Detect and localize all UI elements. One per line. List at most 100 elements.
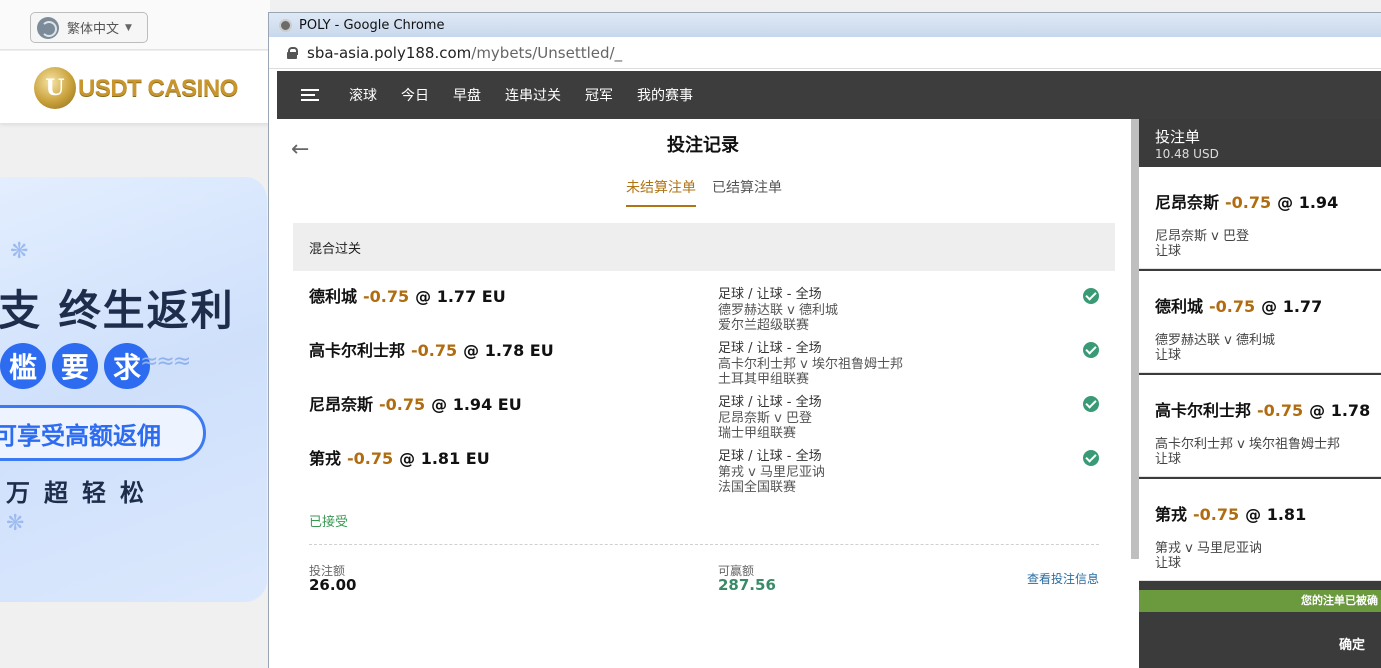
banner-pills: 槛 要 求: [0, 343, 150, 389]
view-bet-info-link[interactable]: 查看投注信息: [1027, 570, 1099, 587]
leg-handicap: -0.75: [411, 341, 458, 360]
lock-icon[interactable]: [287, 46, 298, 59]
banner-oval: 可享受高额返佣: [0, 405, 206, 461]
banner-headline: 支 终生返利: [0, 286, 235, 335]
browser-favicon-icon: [279, 18, 292, 32]
bet-history-panel: ← 投注记录 未结算注单 已结算注单 混合过关 德利城 -0.75 @ 1.77 E…: [277, 119, 1129, 668]
leg-match: 高卡尔利士邦 v 埃尔祖鲁姆士邦: [718, 356, 903, 372]
bet-confirmed-notice: 您的注单已被确: [1139, 590, 1381, 612]
slip-pick: 德利城 -0.75 @ 1.77: [1155, 293, 1322, 317]
potential-win-value: 287.56: [718, 576, 776, 594]
nav-item-my-events[interactable]: 我的赛事: [637, 85, 693, 105]
nav-item-live[interactable]: 滚球: [349, 85, 377, 105]
slip-handicap: -0.75: [1209, 297, 1256, 316]
check-circle-icon: [1083, 342, 1099, 358]
leg-team: 高卡尔利士邦: [309, 341, 406, 360]
banner-pill: 要: [52, 343, 98, 389]
leg-pick: 德利城 -0.75 @ 1.77 EU: [309, 283, 506, 307]
slip-odds: 1.81: [1266, 505, 1307, 524]
leg-handicap: -0.75: [363, 287, 410, 306]
leg-at: @: [431, 395, 448, 414]
leg-odds: 1.94 EU: [452, 395, 522, 414]
stake-value: 26.00: [309, 576, 357, 594]
bet-slip-panel: 投注单 10.48 USD 尼昂奈斯 -0.75 @ 1.94 尼昂奈斯 v 巴登 …: [1139, 119, 1381, 668]
slip-team: 高卡尔利士邦: [1155, 401, 1252, 420]
slip-at: @: [1261, 297, 1278, 316]
slip-bet-type: 让球: [1155, 244, 1182, 259]
scrollbar[interactable]: [1131, 119, 1139, 559]
slip-match: 高卡尔利士邦 v 埃尔祖鲁姆士邦: [1155, 437, 1340, 452]
site-header: 繁体中文 ▼: [0, 0, 270, 50]
slip-at: @: [1245, 505, 1262, 524]
account-balance: 10.48 USD: [1155, 147, 1219, 161]
slip-team: 尼昂奈斯: [1155, 193, 1220, 212]
handshake-icon: ❋: [10, 239, 29, 264]
slip-selection[interactable]: 尼昂奈斯 -0.75 @ 1.94 尼昂奈斯 v 巴登 让球: [1139, 167, 1381, 269]
slip-handicap: -0.75: [1193, 505, 1240, 524]
slip-at: @: [1309, 401, 1326, 420]
leg-info: 足球 / 让球 - 全场 尼昂奈斯 v 巴登 瑞士甲组联赛: [718, 395, 822, 442]
slip-bet-type: 让球: [1155, 348, 1182, 363]
slip-odds: 1.94: [1298, 193, 1339, 212]
leg-pick: 高卡尔利士邦 -0.75 @ 1.78 EU: [309, 337, 554, 361]
language-selector[interactable]: 繁体中文 ▼: [30, 12, 148, 43]
url-path[interactable]: /mybets/Unsettled/_: [471, 44, 622, 62]
leg-handicap: -0.75: [379, 395, 426, 414]
slip-odds: 1.77: [1282, 297, 1323, 316]
check-circle-icon: [1083, 450, 1099, 466]
divider: [309, 544, 1099, 545]
slip-pick: 第戎 -0.75 @ 1.81: [1155, 501, 1306, 525]
leg-match: 德罗赫达联 v 德利城: [718, 302, 838, 318]
leg-market: 足球 / 让球 - 全场: [718, 395, 822, 410]
leg-handicap: -0.75: [347, 449, 394, 468]
slip-selection[interactable]: 高卡尔利士邦 -0.75 @ 1.78 高卡尔利士邦 v 埃尔祖鲁姆士邦 让球: [1139, 375, 1381, 477]
leg-at: @: [463, 341, 480, 360]
leg-match: 尼昂奈斯 v 巴登: [718, 410, 812, 426]
nav-item-today[interactable]: 今日: [401, 85, 429, 105]
leg-at: @: [415, 287, 432, 306]
confirm-button[interactable]: 确定: [1339, 634, 1365, 653]
hamburger-menu-icon[interactable]: [301, 89, 319, 101]
leg-league: 爱尔兰超级联赛: [718, 318, 810, 333]
wave-decoration: ≈≈≈: [140, 349, 191, 374]
banner-footer-text: 万超轻松: [6, 479, 158, 507]
leg-odds: 1.77 EU: [436, 287, 506, 306]
address-bar[interactable]: sba-asia.poly188.com/mybets/Unsettled/_: [269, 37, 1381, 69]
slip-handicap: -0.75: [1225, 193, 1272, 212]
nav-item-parlay[interactable]: 连串过关: [505, 85, 561, 105]
tab-settled[interactable]: 已结算注单: [712, 177, 782, 197]
leg-pick: 第戎 -0.75 @ 1.81 EU: [309, 445, 490, 469]
tab-unsettled[interactable]: 未结算注单: [626, 177, 696, 207]
bet-slip-header: 投注单 10.48 USD: [1139, 119, 1381, 167]
leg-info: 足球 / 让球 - 全场 德罗赫达联 v 德利城 爱尔兰超级联赛: [718, 287, 838, 334]
promo-banner[interactable]: ❋ 支 终生返利 槛 要 求 ≈≈≈ 可享受高额返佣 万超轻松 ❋: [0, 177, 267, 602]
browser-window: POLY - Google Chrome sba-asia.poly188.co…: [268, 12, 1381, 668]
leg-team: 第戎: [309, 449, 342, 468]
logo-bar: U USDT CASINO: [0, 51, 270, 123]
leg-team: 德利城: [309, 287, 358, 306]
chevron-down-icon: ▼: [125, 22, 132, 33]
leg-league: 土耳其甲组联赛: [718, 372, 810, 387]
leg-market: 足球 / 让球 - 全场: [718, 287, 822, 302]
casino-logo-icon[interactable]: U: [34, 67, 76, 109]
url-host[interactable]: sba-asia.poly188.com: [307, 44, 471, 62]
nav-item-outright[interactable]: 冠军: [585, 85, 613, 105]
banner-pill: 槛: [0, 343, 46, 389]
slip-bet-type: 让球: [1155, 556, 1182, 571]
window-titlebar: POLY - Google Chrome: [269, 13, 1381, 37]
leg-at: @: [399, 449, 416, 468]
leg-pick: 尼昂奈斯 -0.75 @ 1.94 EU: [309, 391, 522, 415]
slip-selection[interactable]: 第戎 -0.75 @ 1.81 第戎 v 马里尼亚讷 让球: [1139, 479, 1381, 581]
page-title: 投注记录: [667, 135, 739, 156]
nav-item-early[interactable]: 早盘: [453, 85, 481, 105]
slip-pick: 尼昂奈斯 -0.75 @ 1.94: [1155, 189, 1338, 213]
check-circle-icon: [1083, 288, 1099, 304]
leg-info: 足球 / 让球 - 全场 第戎 v 马里尼亚讷 法国全国联赛: [718, 449, 825, 496]
handshake-icon: ❋: [6, 511, 25, 536]
leg-market: 足球 / 让球 - 全场: [718, 341, 822, 356]
casino-logo-text[interactable]: USDT CASINO: [78, 75, 238, 103]
leg-odds: 1.81 EU: [420, 449, 490, 468]
leg-league: 法国全国联赛: [718, 480, 797, 495]
slip-selection[interactable]: 德利城 -0.75 @ 1.77 德罗赫达联 v 德利城 让球: [1139, 271, 1381, 373]
leg-odds: 1.78 EU: [484, 341, 554, 360]
